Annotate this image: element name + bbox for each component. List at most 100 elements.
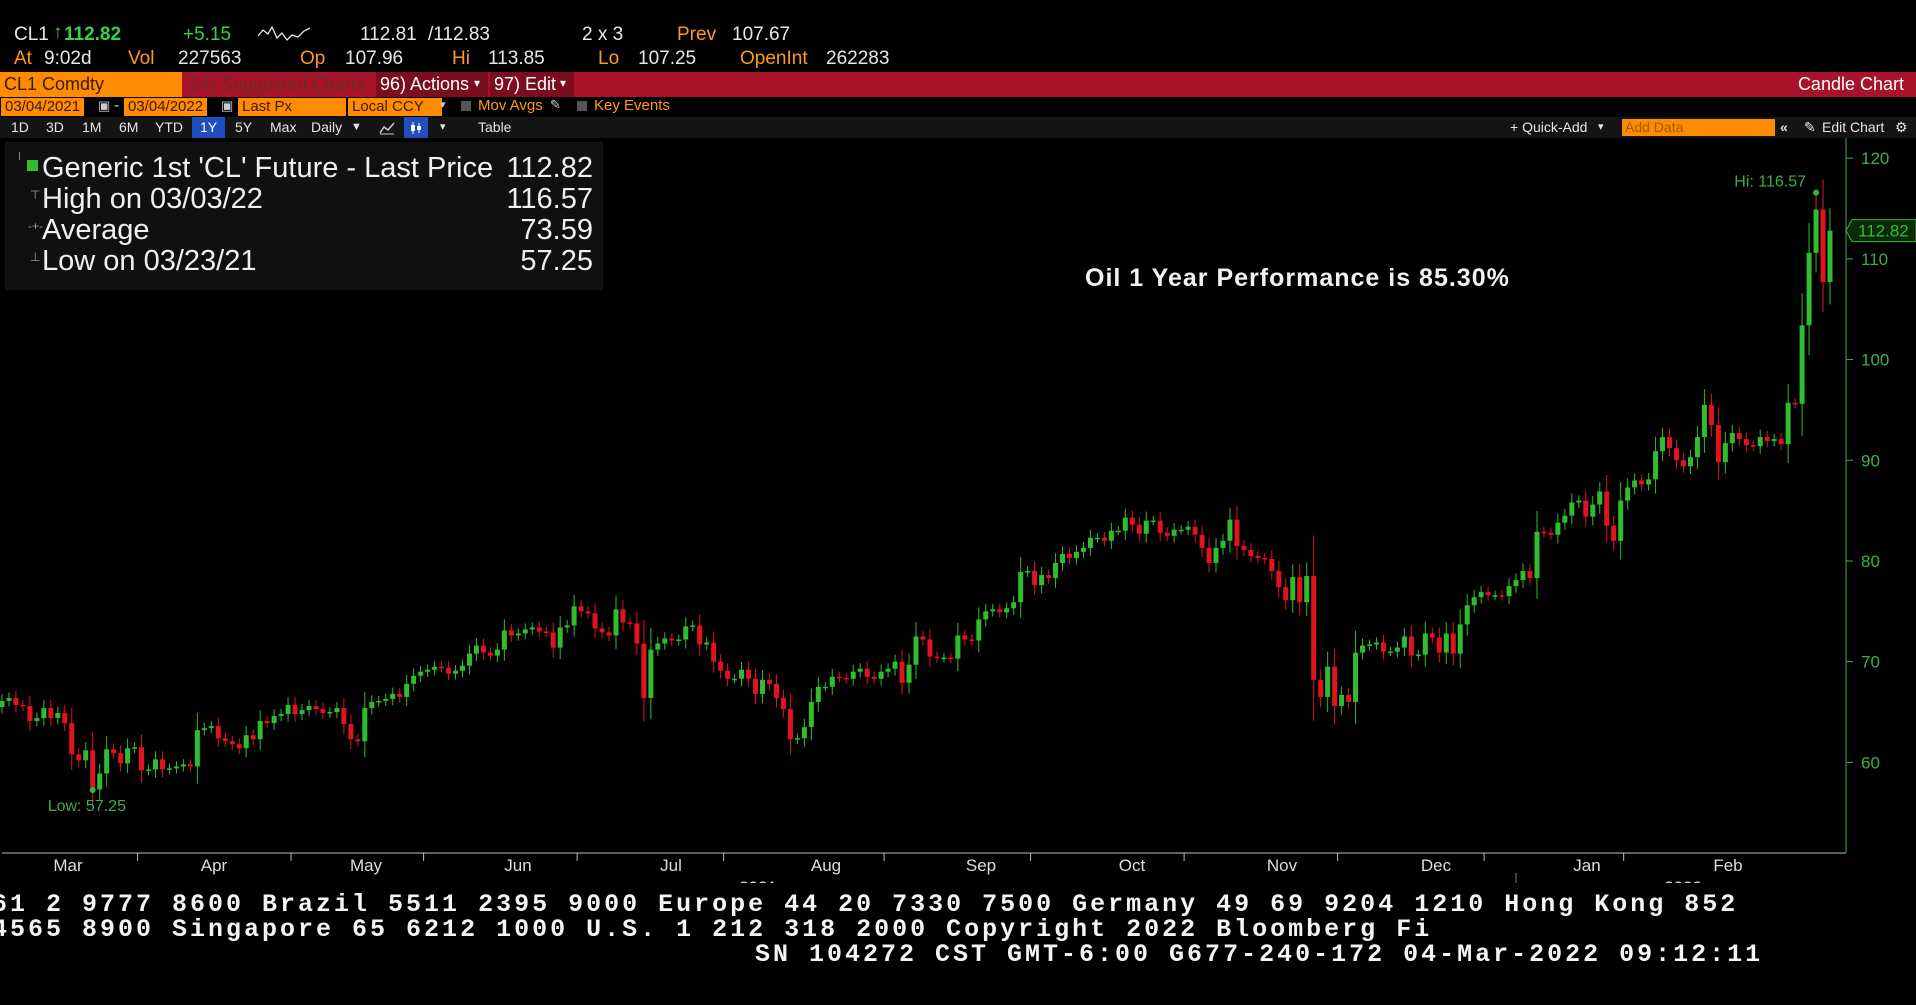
candle-body (1122, 517, 1128, 531)
candle-body (934, 656, 940, 659)
candle-body (725, 670, 731, 679)
candle-body (341, 707, 347, 725)
range-5y-button[interactable]: 5Y (235, 117, 252, 138)
candle-body (1192, 526, 1198, 535)
low-label: Lo (598, 48, 620, 69)
open-interest: 262283 (826, 48, 890, 69)
candle-body (139, 747, 145, 771)
high-marker-icon: ⊤ (30, 188, 41, 202)
candle-body (1764, 437, 1770, 442)
y-tick-label: 70 (1861, 653, 1880, 672)
candle-body (90, 750, 96, 790)
x-tick-label: Jun (504, 856, 531, 875)
candle-body (1590, 504, 1596, 517)
chevron-down-icon[interactable]: ▾ (440, 117, 446, 138)
candle-body (257, 721, 263, 740)
candle-body (655, 643, 661, 650)
calendar-icon[interactable]: ▣ (221, 98, 233, 114)
candle-body (850, 671, 856, 679)
period-select[interactable]: Daily (311, 117, 342, 138)
start-date-input[interactable]: 03/04/2021 (1, 98, 85, 116)
collapse-icon[interactable]: « (1780, 117, 1788, 138)
candle-body (1827, 230, 1833, 283)
candle-body (264, 721, 270, 724)
gear-icon[interactable]: ⚙ (1895, 117, 1908, 138)
candle-body (857, 668, 863, 672)
candle-body (146, 769, 152, 771)
price-change: +5.15 (183, 24, 232, 45)
candle-body (536, 627, 542, 632)
candle-body (132, 747, 138, 749)
candle-chart-icon[interactable] (404, 117, 428, 138)
candle-body (327, 712, 333, 714)
currency-select[interactable]: Local CCY (348, 98, 442, 116)
candle-body (718, 661, 724, 671)
x-tick-label: Dec (1421, 856, 1452, 875)
candle-body (976, 619, 982, 641)
range-6m-button[interactable]: 6M (119, 117, 138, 138)
performance-annotation: Oil 1 Year Performance is 85.30% (1085, 264, 1510, 292)
low-marker (89, 787, 96, 794)
price-field-select[interactable]: Last Px (238, 98, 346, 116)
chevron-down-icon[interactable]: ▾ (1598, 117, 1604, 138)
security-field[interactable]: CL1 Comdty (4, 74, 104, 95)
pencil-icon[interactable]: ✎ (1804, 117, 1816, 138)
range-1m-button[interactable]: 1M (82, 117, 101, 138)
low-marker-icon: ⊥ (30, 250, 41, 264)
candle-body (201, 728, 207, 731)
candle-body (1073, 551, 1079, 558)
pencil-icon[interactable]: ✎ (550, 97, 561, 113)
chevron-down-icon[interactable]: ▼ (351, 117, 362, 138)
year-label: 2021 (739, 878, 777, 883)
candle-body (208, 726, 214, 729)
mov-avgs-checkbox[interactable] (461, 101, 471, 111)
candle-body (1339, 694, 1345, 706)
edit-chart-button[interactable]: Edit Chart (1822, 117, 1884, 138)
candle-body (1367, 644, 1373, 647)
end-date-input[interactable]: 03/04/2022 (124, 98, 208, 116)
candle-body (948, 657, 954, 660)
candle-body (1401, 636, 1407, 648)
range-ytd-button[interactable]: YTD (155, 117, 183, 138)
candle-body (1415, 654, 1421, 657)
range-1y-button[interactable]: 1Y (192, 117, 226, 138)
bid-ask-size: 2 x 3 (582, 24, 624, 45)
range-3d-button[interactable]: 3D (46, 117, 64, 138)
candle-body (187, 764, 193, 767)
candle-body (48, 707, 54, 719)
range-1d-button[interactable]: 1D (11, 117, 29, 138)
candle-body (1039, 575, 1045, 586)
actions-menu[interactable]: 96) Actions (380, 74, 469, 95)
high-label: Hi (452, 48, 470, 69)
quick-add-button[interactable]: + Quick-Add (1510, 117, 1587, 138)
year-label: 2022 (1664, 878, 1702, 883)
candle-body (459, 665, 465, 671)
candle-body (1813, 209, 1819, 253)
edit-menu[interactable]: 97) Edit (494, 74, 556, 95)
at-label: At (14, 48, 32, 69)
add-data-input[interactable]: Add Data (1622, 119, 1775, 136)
suggested-charts-button[interactable]: 94) Suggested Charts (190, 74, 365, 95)
candle-body (634, 623, 640, 644)
actions-caret-icon: ▾ (474, 76, 481, 90)
average-marker-icon: -+- (28, 219, 43, 233)
candle-body (864, 668, 870, 677)
table-button[interactable]: Table (478, 117, 511, 138)
key-events-checkbox[interactable] (577, 101, 587, 111)
candle-body (794, 738, 800, 740)
candle-body (1639, 480, 1645, 485)
chevron-down-icon[interactable]: ▾ (440, 98, 446, 111)
candle-body (1227, 519, 1233, 541)
ticker-symbol[interactable]: CL1 (14, 24, 49, 46)
candle-body (62, 713, 68, 724)
candle-body (1729, 433, 1735, 444)
candle-body (1492, 595, 1498, 597)
candle-body (1304, 576, 1310, 603)
calendar-icon[interactable]: ▣ (98, 98, 110, 114)
candle-body (1429, 633, 1435, 638)
candle-body (97, 773, 103, 790)
range-max-button[interactable]: Max (270, 117, 296, 138)
candle-body (1094, 537, 1100, 540)
line-chart-icon[interactable] (379, 117, 395, 138)
candle-body (746, 669, 752, 679)
